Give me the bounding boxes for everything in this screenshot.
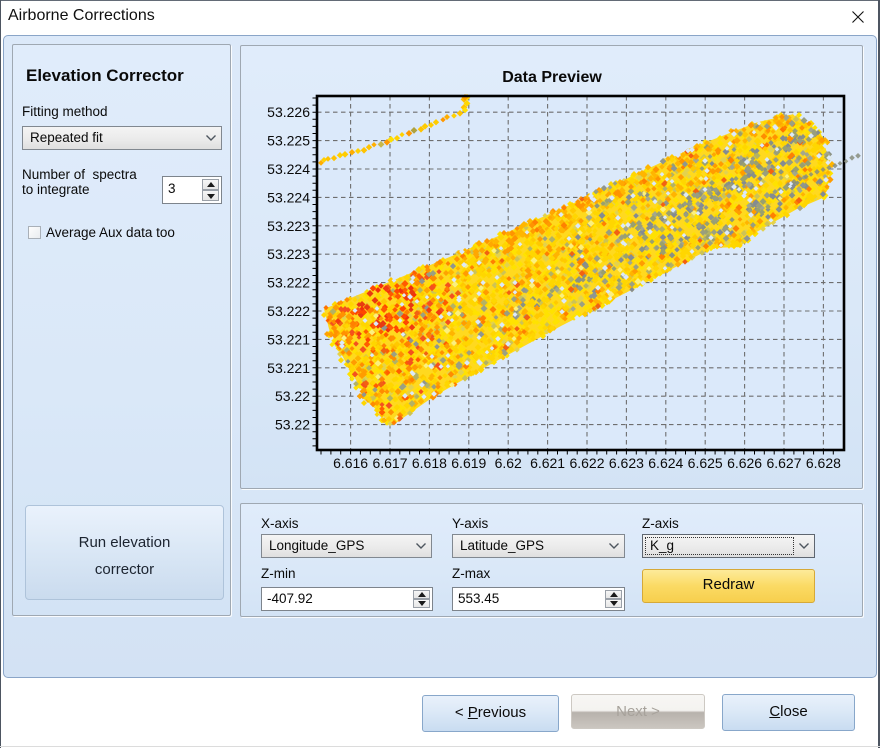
svg-text:6.625: 6.625 (688, 455, 723, 471)
svg-text:6.623: 6.623 (609, 455, 644, 471)
svg-text:53.223: 53.223 (267, 218, 310, 234)
svg-text:6.62: 6.62 (495, 455, 522, 471)
svg-text:6.627: 6.627 (766, 455, 801, 471)
svg-text:6.617: 6.617 (372, 455, 407, 471)
svg-text:6.626: 6.626 (727, 455, 762, 471)
svg-text:6.622: 6.622 (569, 455, 604, 471)
svg-text:53.221: 53.221 (267, 360, 310, 376)
svg-text:6.624: 6.624 (648, 455, 683, 471)
svg-text:53.226: 53.226 (267, 104, 310, 120)
svg-text:6.628: 6.628 (806, 455, 841, 471)
svg-text:6.621: 6.621 (530, 455, 565, 471)
svg-text:53.22: 53.22 (275, 417, 310, 433)
svg-text:53.22: 53.22 (275, 388, 310, 404)
svg-text:Data Preview: Data Preview (502, 69, 602, 86)
svg-text:53.223: 53.223 (267, 246, 310, 262)
svg-text:53.222: 53.222 (267, 275, 310, 291)
svg-text:53.224: 53.224 (267, 189, 310, 205)
svg-text:53.221: 53.221 (267, 331, 310, 347)
svg-text:6.619: 6.619 (451, 455, 486, 471)
svg-text:6.618: 6.618 (412, 455, 447, 471)
svg-text:53.224: 53.224 (267, 161, 310, 177)
svg-text:53.222: 53.222 (267, 303, 310, 319)
svg-text:6.616: 6.616 (333, 455, 368, 471)
svg-text:53.225: 53.225 (267, 133, 310, 149)
